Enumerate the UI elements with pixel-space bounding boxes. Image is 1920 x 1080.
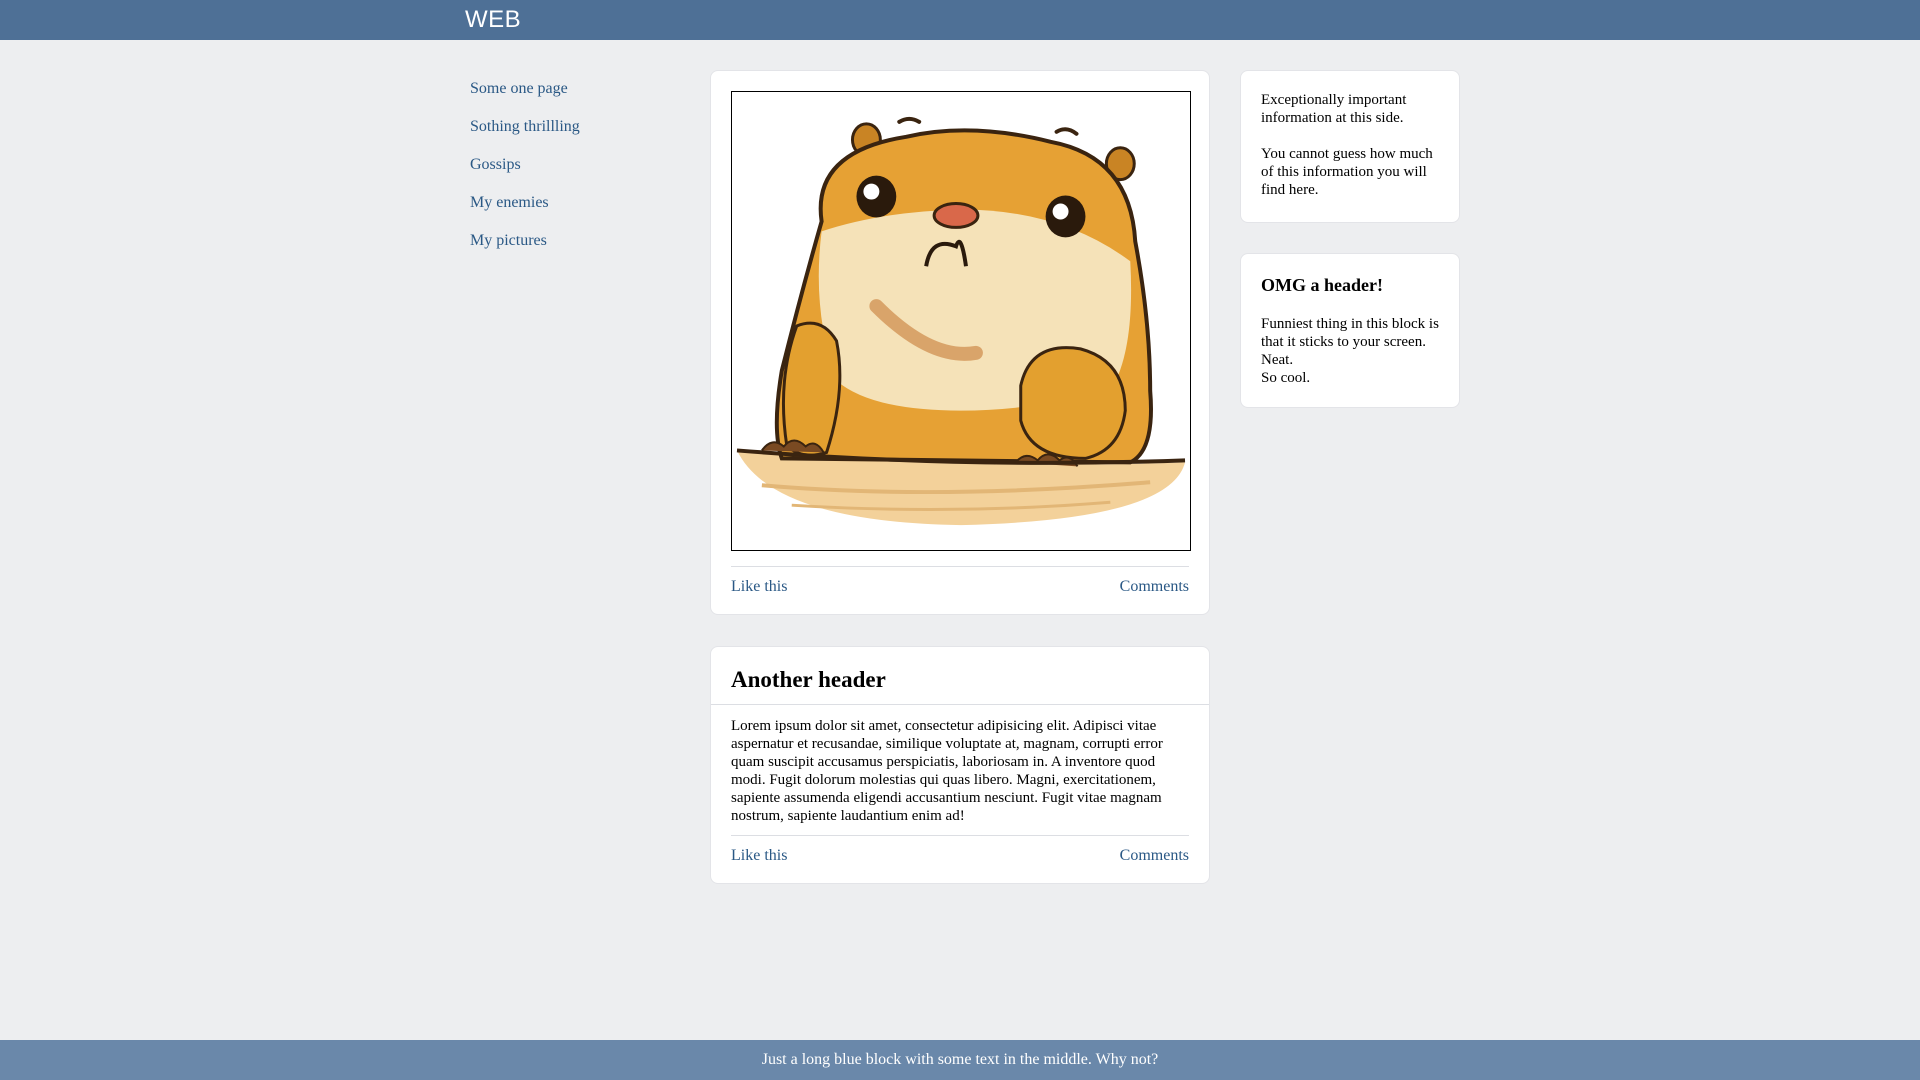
nav-item-gossips[interactable]: Gossips <box>470 154 670 192</box>
side-info-line: You cannot guess how much of this inform… <box>1261 146 1433 198</box>
sticky-block-title: OMG a header! <box>1261 275 1383 295</box>
side-info-line: Exceptionally important information at t… <box>1261 92 1407 126</box>
nav-item-my-enemies[interactable]: My enemies <box>470 192 670 230</box>
post-actions: Like this Comments <box>731 835 1189 875</box>
like-link[interactable]: Like this <box>731 846 787 866</box>
post-header: Another header <box>711 647 1209 705</box>
hamster-illustration <box>731 91 1191 551</box>
sticky-block-body: Funniest thing in this block is that it … <box>1261 315 1446 387</box>
sticky-block-line: So cool. <box>1261 370 1311 386</box>
post-title: Another header <box>731 667 886 692</box>
comments-link[interactable]: Comments <box>1120 577 1189 597</box>
sticky-side-block: OMG a header! Funniest thing in this blo… <box>1240 253 1460 408</box>
post-actions: Like this Comments <box>731 566 1189 606</box>
side-info-text: Exceptionally important information at t… <box>1261 91 1446 199</box>
post-body-text: Lorem ipsum dolor sit amet, consectetur … <box>731 718 1163 824</box>
footer-bar: Just a long blue block with some text in… <box>0 1040 1920 1080</box>
footer-text: Just a long blue block with some text in… <box>761 1051 1159 1068</box>
nav-item-sothing-thrillling[interactable]: Sothing thrillling <box>470 116 670 154</box>
sticky-block-line: Funniest thing in this block is that it … <box>1261 316 1439 368</box>
text-post-card: Another header Lorem ipsum dolor sit ame… <box>710 646 1210 884</box>
like-link[interactable]: Like this <box>731 577 787 597</box>
nav-item-some-one-page[interactable]: Some one page <box>470 78 670 116</box>
image-post-card: Like this Comments <box>710 70 1210 615</box>
comments-link[interactable]: Comments <box>1120 846 1189 866</box>
nav-item-my-pictures[interactable]: My pictures <box>470 230 670 268</box>
left-navigation: Some one page Sothing thrillling Gossips… <box>470 78 670 268</box>
top-header-bar: WEB <box>0 0 1920 40</box>
side-info-block: Exceptionally important information at t… <box>1240 70 1460 223</box>
site-logo[interactable]: WEB <box>465 6 521 34</box>
